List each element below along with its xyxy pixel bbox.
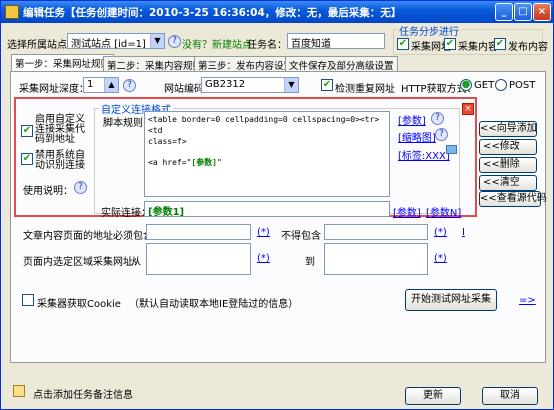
script-line: <a href=" xyxy=(148,158,192,167)
post-radio[interactable] xyxy=(495,79,507,91)
add-note-link[interactable]: 点击添加任务备注信息 xyxy=(33,386,133,401)
insert-wildcard-link[interactable]: (*) xyxy=(257,227,270,238)
tab-url-rules[interactable]: 第一步：采集网址规则 xyxy=(11,54,115,72)
script-rule-textarea[interactable]: <table border=0 cellpadding=0 cellspacin… xyxy=(144,111,390,197)
site-select[interactable]: 测试站点 [id=1] ▼ xyxy=(67,33,165,50)
clear-button[interactable]: <<清空 xyxy=(479,175,537,191)
tab-advanced-settings[interactable]: 文件保存及部分高级设置 xyxy=(285,56,398,72)
insert-thumb-link[interactable]: [缩略图] xyxy=(398,129,436,144)
step-collect-content-checkbox[interactable]: ✔ xyxy=(444,38,456,50)
script-line: <table border=0 cellpadding=0 cellspacin… xyxy=(148,115,380,135)
region-from-input[interactable] xyxy=(146,243,251,275)
from-label: 从 xyxy=(131,257,141,268)
cookie-label: 采集器获取Cookie xyxy=(37,299,121,310)
get-label: GET xyxy=(474,80,495,91)
task-name-input[interactable]: 百度知道 xyxy=(287,33,385,49)
custom-link-checkbox[interactable]: ✔ xyxy=(21,125,33,137)
chevron-down-icon: ▼ xyxy=(284,78,298,92)
edit-task-window: 编辑任务【任务创建时间：2010-3-25 16:36:04，修改：无，最后采集… xyxy=(0,0,554,410)
script-line: class=f> xyxy=(148,137,187,146)
close-icon[interactable]: × xyxy=(462,103,474,115)
help-icon[interactable]: ? xyxy=(168,35,181,48)
encoding-value: GB2312 xyxy=(205,79,246,90)
window-title: 编辑任务【任务创建时间：2010-3-25 16:36:04，修改：无，最后采集… xyxy=(23,7,402,19)
arrow-link[interactable]: => xyxy=(519,295,536,306)
insert-paramN-link[interactable]: [参数N] xyxy=(426,204,461,219)
tag-icon[interactable] xyxy=(446,145,457,154)
close-button[interactable]: × xyxy=(533,3,551,21)
chevron-down-icon: ▼ xyxy=(150,34,164,48)
must-not-input[interactable] xyxy=(324,224,428,240)
maximize-button[interactable]: □ xyxy=(514,3,532,21)
insert-wildcard-link[interactable]: (*) xyxy=(257,253,270,264)
spin-icon: ▲ xyxy=(104,78,118,92)
insert-param-link[interactable]: [参数] xyxy=(393,204,421,219)
script-param-token: [参数] xyxy=(191,158,217,167)
help-icon[interactable]: ? xyxy=(74,181,87,194)
usage-label: 使用说明： xyxy=(23,186,73,197)
actual-link-input[interactable]: [参数1] xyxy=(144,201,390,217)
depth-value: 1 xyxy=(87,79,94,90)
tab-content-rules[interactable]: 第二步：采集内容规则 xyxy=(103,56,207,72)
minimize-button[interactable]: _ xyxy=(495,3,513,21)
help-icon[interactable]: ? xyxy=(435,128,448,141)
modify-button[interactable]: <<修改 xyxy=(479,139,537,155)
dedupe-label: 检测重复网址 xyxy=(335,84,395,95)
depth-select[interactable]: 1 ▲ xyxy=(83,77,119,93)
step-publish-checkbox[interactable]: ✔ xyxy=(494,38,506,50)
update-button[interactable]: 更新 xyxy=(405,387,461,405)
depth-label: 采集网址深度： xyxy=(19,84,89,95)
steps-legend: 任务分步进行 xyxy=(397,23,461,38)
i-link[interactable]: I xyxy=(462,227,465,238)
post-label: POST xyxy=(509,80,536,91)
disable-auto-checkbox[interactable]: ✔ xyxy=(21,153,33,165)
cookie-checkbox[interactable] xyxy=(22,294,34,306)
wizard-add-button[interactable]: <<向导添加 xyxy=(479,121,537,137)
insert-param-link[interactable]: [参数] xyxy=(398,112,426,127)
to-label: 到 xyxy=(305,257,315,268)
region-label: 页面内选定区域采集网址： xyxy=(23,257,143,268)
cancel-button[interactable]: 取消 xyxy=(482,387,538,405)
cookie-note: （默认自动读取本地IE登陆过的信息） xyxy=(129,299,299,310)
help-icon[interactable]: ? xyxy=(123,79,136,92)
insert-wildcard-link[interactable]: (*) xyxy=(434,227,447,238)
step-collect-url-checkbox[interactable]: ✔ xyxy=(397,38,409,50)
view-source-button[interactable]: <<查看源代码 xyxy=(479,191,547,207)
get-radio[interactable]: ● xyxy=(460,79,472,91)
must-not-label: 不得包含 xyxy=(281,231,321,242)
help-icon[interactable]: ? xyxy=(431,112,444,125)
app-icon xyxy=(5,5,19,19)
must-contain-label: 文章内容页面的地址必须包含： xyxy=(23,231,163,242)
dedupe-checkbox[interactable]: ✔ xyxy=(321,79,333,91)
region-to-input[interactable] xyxy=(324,243,428,275)
step-collect-content-label: 采集内容 xyxy=(458,42,498,53)
tab-publish-settings[interactable]: 第三步：发布内容设置 xyxy=(194,56,298,72)
site-select-value: 测试站点 [id=1] xyxy=(71,39,146,50)
encoding-select[interactable]: GB2312 ▼ xyxy=(201,77,299,93)
script-line-end: " xyxy=(217,158,222,167)
step-publish-label: 发布内容 xyxy=(508,42,548,53)
new-site-link[interactable]: 没有？新建站点 xyxy=(182,36,252,51)
test-url-collect-button[interactable]: 开始测试网址采集 xyxy=(405,289,497,311)
must-contain-input[interactable] xyxy=(146,224,251,240)
insert-wildcard-link[interactable]: (*) xyxy=(434,253,447,264)
note-icon[interactable] xyxy=(13,385,25,397)
insert-tag-link[interactable]: [标签:XXX] xyxy=(398,147,450,162)
disable-auto-label: 禁用系统自动识别连接 xyxy=(35,150,85,171)
delete-button[interactable]: <<删除 xyxy=(479,157,537,173)
custom-link-label: 启用自定义连接采集代码到地址 xyxy=(35,114,85,145)
title-bar: 编辑任务【任务创建时间：2010-3-25 16:36:04，修改：无，最后采集… xyxy=(1,1,553,23)
task-name-label: 任务名： xyxy=(247,40,287,51)
